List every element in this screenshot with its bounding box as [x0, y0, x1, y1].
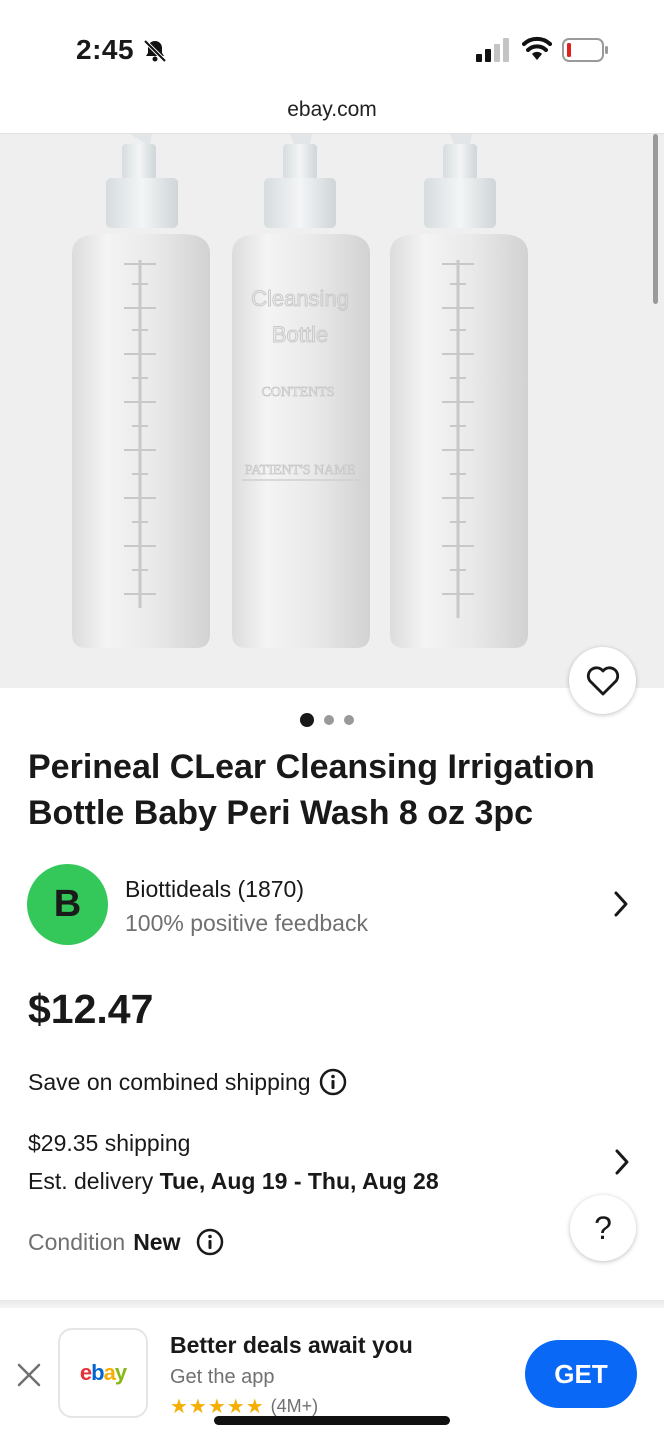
delivery-dates: Tue, Aug 19 - Thu, Aug 28 [159, 1168, 439, 1194]
seller-name: Biottideals (1870) [125, 876, 304, 902]
close-icon[interactable] [16, 1362, 42, 1388]
bottle-right [390, 134, 528, 648]
status-bar: 2:45 [0, 0, 664, 92]
cellular-signal-icon [476, 38, 509, 62]
help-button[interactable]: ? [570, 1195, 636, 1261]
banner-title: Better deals await you [170, 1332, 413, 1358]
info-icon[interactable] [196, 1228, 224, 1256]
product-image-gallery[interactable]: Cleansing Bottle CONTENTS PATIENT'S NAME [0, 134, 664, 688]
condition-label: Condition [28, 1228, 126, 1255]
home-indicator[interactable] [214, 1416, 450, 1425]
battery-low-icon [562, 38, 608, 62]
shipping-delivery-row[interactable]: $29.35 shipping Est. delivery Tue, Aug 1… [28, 1128, 642, 1204]
gallery-pagination-dots [300, 712, 364, 728]
info-icon[interactable] [319, 1068, 347, 1096]
url-bar[interactable]: ebay.com [0, 98, 664, 122]
estimated-delivery: Est. delivery Tue, Aug 19 - Thu, Aug 28 [28, 1168, 439, 1195]
pagination-dot[interactable] [344, 715, 354, 725]
pagination-dot-active[interactable] [300, 713, 314, 727]
status-time: 2:45 [76, 34, 135, 65]
seller-feedback: 100% positive feedback [125, 910, 368, 936]
bottle-left [72, 134, 210, 648]
get-app-button[interactable]: GET [525, 1340, 637, 1408]
chevron-right-icon [615, 1149, 629, 1175]
bottle-label-line1: Cleansing [251, 286, 349, 311]
section-divider [0, 1300, 664, 1308]
mute-bell-icon [143, 39, 167, 63]
wifi-icon [522, 36, 552, 60]
chevron-right-icon [614, 891, 628, 917]
bottle-center: Cleansing Bottle CONTENTS PATIENT'S NAME [232, 134, 370, 648]
seller-info-row[interactable]: B Biottideals (1870) 100% positive feedb… [27, 862, 642, 948]
seller-avatar: B [27, 864, 108, 945]
pagination-dot[interactable] [324, 715, 334, 725]
combined-shipping-text: Save on combined shipping [28, 1068, 311, 1095]
bottle-label-line2: Bottle [272, 322, 328, 347]
delivery-prefix: Est. delivery [28, 1168, 154, 1194]
condition-value: New [133, 1228, 181, 1255]
condition-row: Condition New [28, 1228, 224, 1256]
page-scrollbar[interactable] [653, 134, 658, 304]
rating-count: (4M+) [270, 1396, 319, 1416]
bottle-label-patient: PATIENT'S NAME [245, 463, 356, 478]
product-title: Perineal CLear Cleansing Irrigation Bott… [28, 748, 595, 832]
banner-subtitle: Get the app [170, 1366, 275, 1388]
ebay-logo: ebay [58, 1328, 148, 1418]
bottle-label-contents: CONTENTS [261, 385, 334, 400]
shipping-cost: $29.35 shipping [28, 1130, 191, 1156]
heart-icon [586, 665, 619, 695]
watchlist-heart-button[interactable] [569, 647, 636, 714]
product-image: Cleansing Bottle CONTENTS PATIENT'S NAME [72, 134, 528, 648]
product-price: $12.47 [28, 986, 154, 1032]
combined-shipping-row[interactable]: Save on combined shipping [28, 1068, 347, 1096]
